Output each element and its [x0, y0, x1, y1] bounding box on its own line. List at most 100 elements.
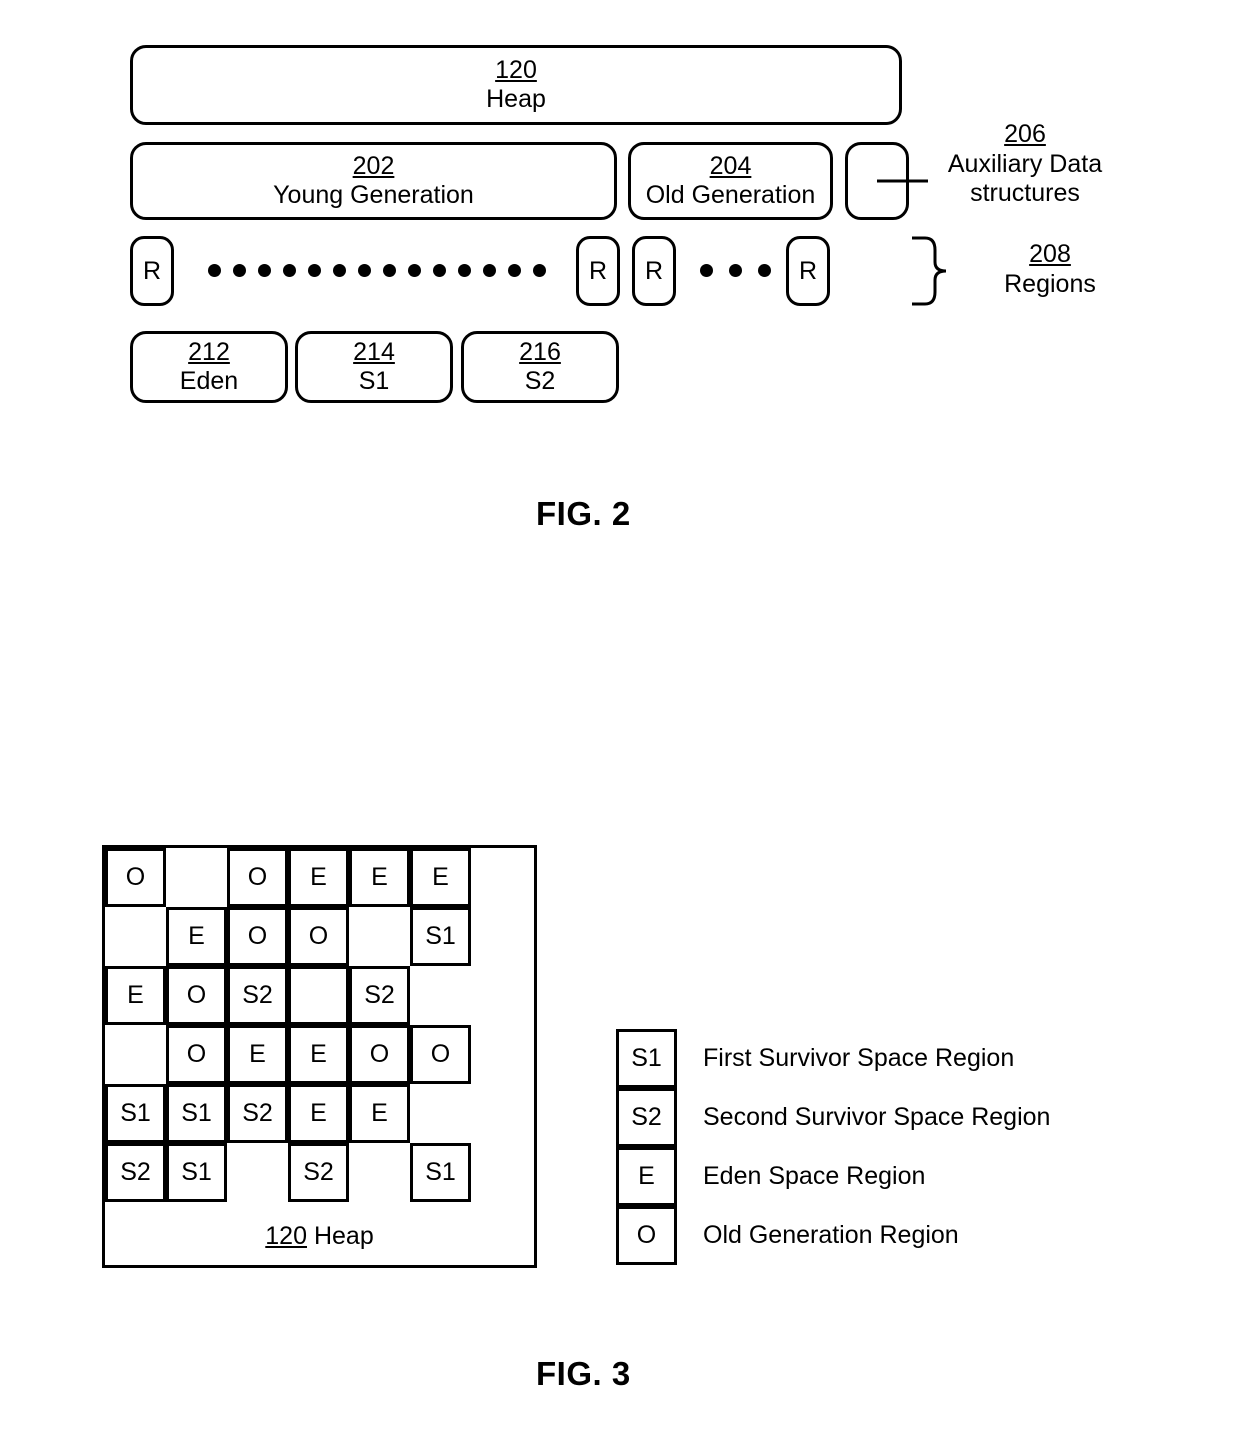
s2-box: 216 S2 — [461, 331, 619, 403]
heap-cell-label: E — [249, 1040, 266, 1068]
region-dot — [408, 264, 421, 277]
heap-grid-container: O O E E E E O O S1 E O S2 S2 O E E O O S… — [102, 845, 537, 1268]
region-mark-label: R — [142, 256, 162, 285]
region-dot — [433, 264, 446, 277]
region-dot — [758, 264, 771, 277]
heap-label: Heap — [486, 85, 546, 113]
heap-ref: 120 — [495, 55, 537, 84]
heap-cell-label: E — [188, 922, 205, 950]
heap-cell-empty — [349, 1143, 410, 1202]
heap-cell: E — [105, 966, 166, 1025]
heap-cell: E — [349, 1084, 410, 1143]
eden-label: Eden — [179, 367, 239, 395]
legend-description: First Survivor Space Region — [703, 1044, 1015, 1072]
region-dot — [283, 264, 296, 277]
fig3-caption: FIG. 3 — [536, 1355, 631, 1392]
region-dot — [333, 264, 346, 277]
s2-ref: 216 — [519, 337, 561, 366]
heap-cell-empty — [288, 966, 349, 1025]
regions-callout: 208 Regions — [960, 240, 1140, 299]
region-dot — [458, 264, 471, 277]
region-mark-label: R — [588, 256, 608, 285]
region-mark-old-last: R — [786, 236, 830, 306]
region-mark-young-last: R — [576, 236, 620, 306]
regions-ref: 208 — [1029, 240, 1071, 268]
s1-label: S1 — [358, 367, 390, 395]
heap-cell: E — [288, 1084, 349, 1143]
young-generation-label: Young Generation — [273, 181, 474, 209]
heap-cell-empty — [349, 907, 410, 966]
legend-description: Old Generation Region — [703, 1221, 959, 1249]
heap-cell: O — [166, 966, 227, 1025]
heap-cell: S2 — [227, 1084, 288, 1143]
young-generation-ref: 202 — [352, 151, 395, 180]
heap-cell-label: S1 — [181, 1099, 212, 1127]
legend-symbol-label: E — [638, 1162, 655, 1190]
heap-cell-label: S1 — [181, 1158, 212, 1186]
heap-cell-label: O — [369, 1040, 390, 1068]
heap-cell: O — [227, 907, 288, 966]
region-dot — [308, 264, 321, 277]
heap-cell-empty — [166, 848, 227, 907]
heap-cell: E — [288, 848, 349, 907]
heap-grid-caption: 120 Heap — [105, 1222, 534, 1251]
heap-cell: O — [349, 1025, 410, 1084]
auxiliary-data-label-line2: structures — [970, 179, 1080, 207]
heap-cell: O — [105, 848, 166, 907]
auxiliary-data-structures-box — [845, 142, 909, 220]
region-dot — [358, 264, 371, 277]
region-mark-label: R — [798, 256, 818, 285]
young-generation-box: 202 Young Generation — [130, 142, 617, 220]
region-mark-label: R — [644, 256, 664, 285]
eden-box: 212 Eden — [130, 331, 288, 403]
heap-cell-empty — [105, 1025, 166, 1084]
region-mark-old-first: R — [632, 236, 676, 306]
legend-description: Eden Space Region — [703, 1162, 926, 1190]
heap-cell: O — [227, 848, 288, 907]
region-dot — [729, 264, 742, 277]
region-dot — [258, 264, 271, 277]
heap-cell: E — [288, 1025, 349, 1084]
legend-symbol-label: S2 — [631, 1103, 662, 1131]
region-dot — [508, 264, 521, 277]
heap-cell: S1 — [166, 1143, 227, 1202]
heap-cell: S2 — [227, 966, 288, 1025]
heap-cell-label: O — [186, 1040, 207, 1068]
old-generation-label: Old Generation — [645, 181, 816, 209]
heap-cell: S2 — [105, 1143, 166, 1202]
heap-cell-empty — [105, 907, 166, 966]
region-mark-young-first: R — [130, 236, 174, 306]
eden-ref: 212 — [188, 337, 230, 366]
heap-cell-label: S2 — [242, 1099, 273, 1127]
auxiliary-data-structures-callout: 206 Auxiliary Data structures — [930, 120, 1120, 209]
heap-cell: S2 — [288, 1143, 349, 1202]
s1-box: 214 S1 — [295, 331, 453, 403]
heap-cell-label: E — [310, 863, 327, 891]
old-generation-ref: 204 — [709, 151, 752, 180]
heap-box: 120 Heap — [130, 45, 902, 125]
heap-cell-label: E — [127, 981, 144, 1009]
auxiliary-data-label-line1: Auxiliary Data — [947, 149, 1103, 178]
region-dot — [383, 264, 396, 277]
legend-symbol-box: O — [616, 1206, 677, 1265]
heap-cell-label: O — [430, 1040, 451, 1068]
heap-cell: O — [288, 907, 349, 966]
heap-cell-label: S2 — [242, 981, 273, 1009]
fig2-caption: FIG. 2 — [536, 495, 631, 532]
heap-cell-label: S1 — [425, 1158, 456, 1186]
old-generation-box: 204 Old Generation — [628, 142, 833, 220]
region-dot — [208, 264, 221, 277]
heap-cell-label: S2 — [364, 981, 395, 1009]
heap-cell: E — [410, 848, 471, 907]
legend-symbol-label: O — [636, 1221, 657, 1249]
heap-cell: S1 — [410, 907, 471, 966]
heap-cell-label: O — [247, 922, 268, 950]
heap-cell: E — [227, 1025, 288, 1084]
legend-symbol-label: S1 — [631, 1044, 662, 1072]
heap-cell-empty — [410, 1084, 471, 1143]
region-dot — [233, 264, 246, 277]
heap-cell: S2 — [349, 966, 410, 1025]
region-dot — [533, 264, 546, 277]
heap-cell: S1 — [105, 1084, 166, 1143]
heap-cell-empty — [410, 966, 471, 1025]
